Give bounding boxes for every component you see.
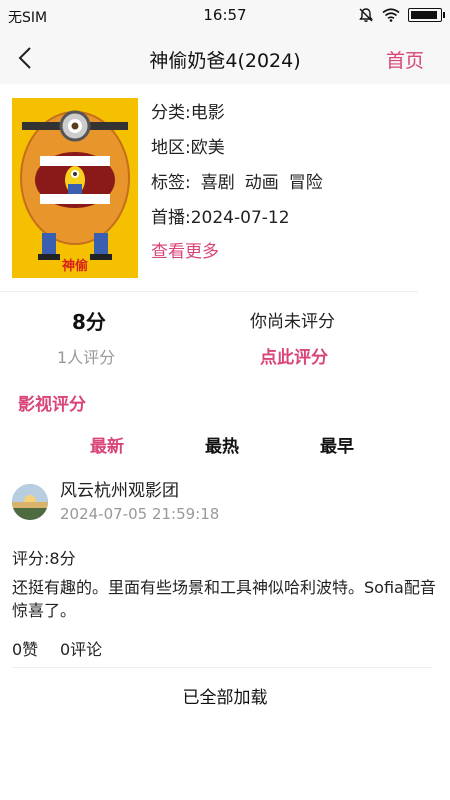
all-loaded-label: 已全部加载: [182, 688, 268, 708]
movie-poster[interactable]: 神偷: [12, 98, 138, 278]
review-user-name[interactable]: 风云杭州观影团: [60, 476, 179, 501]
review-text: 还挺有趣的。里面有些场景和工具神似哈利波特。Sofia配音惊喜了。: [12, 578, 436, 620]
home-link[interactable]: 首页: [386, 46, 424, 73]
divider: [12, 667, 432, 668]
wifi-icon: [382, 8, 400, 22]
tags-label: 标签:: [151, 173, 191, 193]
nav-bar: 神偷奶爸4(2024) 首页: [0, 32, 450, 84]
rate-button[interactable]: 点此评分: [260, 343, 328, 368]
page-title: 神偷奶爸4(2024): [149, 50, 301, 72]
tag-adventure[interactable]: 冒险: [289, 173, 323, 193]
tab-latest[interactable]: 最新: [90, 432, 124, 457]
avatar[interactable]: [12, 484, 48, 520]
average-score: 8分: [72, 310, 106, 334]
like-button[interactable]: 0赞: [12, 636, 38, 660]
see-more-link[interactable]: 查看更多: [151, 237, 219, 262]
user-rating-status: 你尚未评分: [250, 312, 335, 332]
tag-comedy[interactable]: 喜剧: [201, 173, 235, 193]
tags-row: 标签: 喜剧 动画 冒险: [151, 168, 323, 193]
review-score: 评分:8分: [12, 549, 76, 568]
rating-count: 1人评分: [57, 348, 116, 367]
battery-icon: [408, 8, 445, 22]
status-icons: [358, 7, 445, 23]
status-bar: 无SIM 16:57: [0, 0, 450, 32]
premiere-label: 首播:2024-07-12: [151, 208, 290, 228]
poster-caption: 神偷: [62, 258, 88, 274]
section-title: 影视评分: [18, 395, 86, 415]
divider: [0, 291, 418, 292]
category-label: 分类:电影: [151, 103, 225, 123]
tab-earliest[interactable]: 最早: [320, 432, 354, 457]
tab-hottest[interactable]: 最热: [205, 432, 239, 457]
bell-off-icon: [359, 8, 373, 22]
region-label: 地区:欧美: [151, 138, 225, 158]
comment-button[interactable]: 0评论: [60, 636, 102, 660]
tag-animation[interactable]: 动画: [245, 173, 279, 193]
review-timestamp: 2024-07-05 21:59:18: [60, 505, 220, 523]
